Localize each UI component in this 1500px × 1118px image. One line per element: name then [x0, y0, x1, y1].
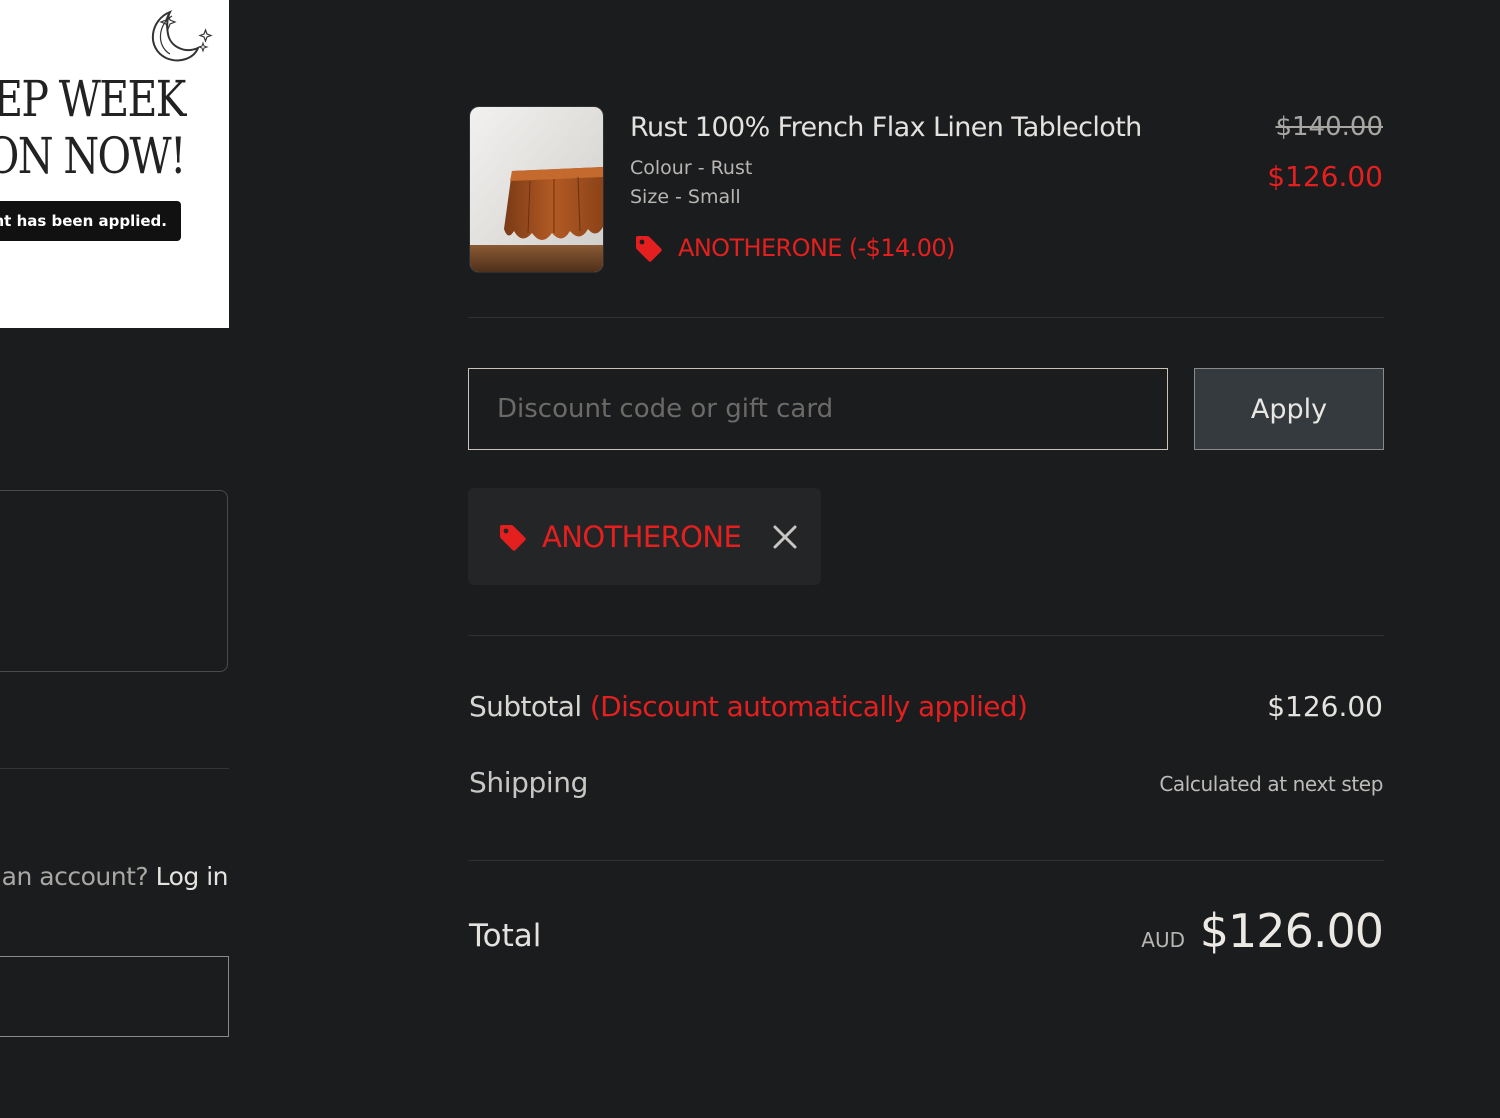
total-currency: AUD — [1141, 928, 1185, 952]
applied-discount-chip: ANOTHERONE — [468, 488, 821, 585]
line-item-discount-text: ANOTHERONE (-$14.00) — [678, 234, 955, 262]
account-prompt-text: an account? — [1, 862, 149, 891]
subtotal-row: Subtotal (Discount automatically applied… — [469, 690, 1028, 723]
divider — [468, 860, 1384, 861]
tag-icon — [636, 236, 662, 262]
remove-discount-button[interactable] — [768, 520, 802, 554]
tablecloth-image — [470, 107, 603, 272]
left-divider — [0, 768, 229, 769]
line-item-discount: ANOTHERONE (-$14.00) — [632, 232, 955, 264]
subtotal-value: $126.00 — [1267, 690, 1383, 723]
divider — [468, 317, 1384, 318]
account-prompt: an account? Log in — [1, 862, 229, 891]
tag-icon — [500, 524, 526, 551]
product-colour: Colour - Rust — [630, 157, 753, 179]
total-value: $126.00 — [1199, 904, 1384, 958]
subtotal-discount-note: (Discount automatically applied) — [589, 690, 1028, 723]
subtotal-label: Subtotal — [469, 690, 582, 723]
promo-heading-line-2: ON NOW! — [0, 127, 187, 185]
payment-option-box[interactable] — [0, 490, 228, 672]
original-price: $140.00 — [1275, 112, 1383, 142]
promo-banner: EP WEEK ON NOW! unt has been applied. — [0, 0, 229, 328]
promo-applied-badge: unt has been applied. — [0, 201, 181, 241]
divider — [468, 635, 1384, 636]
login-link[interactable]: Log in — [156, 862, 229, 891]
contact-input[interactable] — [0, 956, 229, 1037]
apply-button[interactable]: Apply — [1194, 368, 1384, 450]
total-label: Total — [469, 918, 542, 954]
product-title: Rust 100% French Flax Linen Tablecloth — [630, 112, 1142, 143]
applied-code-label: ANOTHERONE — [542, 519, 742, 554]
discounted-price: $126.00 — [1267, 160, 1383, 193]
product-size: Size - Small — [630, 186, 741, 208]
shipping-value: Calculated at next step — [1159, 772, 1383, 796]
close-icon — [773, 525, 797, 549]
promo-heading-line-1: EP WEEK — [0, 70, 187, 128]
shipping-label: Shipping — [469, 766, 588, 799]
product-thumbnail — [469, 106, 604, 273]
discount-code-input[interactable] — [468, 368, 1168, 450]
moon-icon — [151, 10, 213, 62]
